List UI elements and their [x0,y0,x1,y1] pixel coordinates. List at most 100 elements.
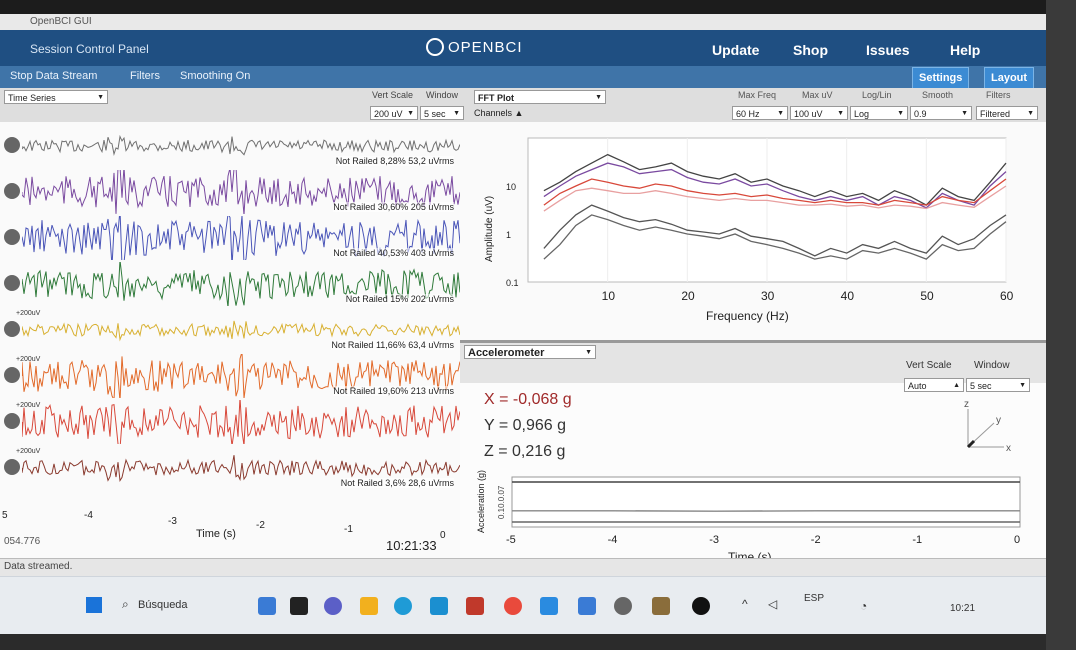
channel-waveform-line [22,400,460,444]
update-button[interactable]: Update [712,42,759,58]
session-control-label[interactable]: Session Control Panel [30,42,149,56]
monitor-bezel-right [1046,0,1076,650]
smooth-dropdown[interactable]: 0.9 ▼ [910,106,972,120]
accel-x-tick-label: -4 [608,534,618,546]
channel-row: +200uV Not Railed 11,66% 63,4 uVrms [0,308,460,352]
channel-status: Not Railed 8,28% 53,2 uVrms [335,156,454,166]
windows-start-icon[interactable] [86,597,102,613]
channel-toggle-button[interactable] [4,413,20,429]
channel-toggle-button[interactable] [4,367,20,383]
chevron-down-icon: ▼ [595,94,602,101]
openbci-logo: OPENBCI [426,38,523,56]
fft-x-axis-label: Frequency (Hz) [706,309,789,323]
x-tick: -4 [84,510,93,521]
security-app-icon[interactable] [466,597,484,615]
speaker-icon[interactable]: ◔ [860,599,867,613]
accel-window-value: 5 sec [970,381,992,391]
channel-row: +200uV Not Railed 3,6% 28,6 uVrms [0,446,460,490]
fft-y-tick-label: 10 [506,182,516,192]
channel-toggle-button[interactable] [4,459,20,475]
fft-x-tick-label: 50 [920,289,934,303]
taskbar-search[interactable]: Búsqueda [138,599,188,611]
channel-scale-label: +200uV [16,402,41,409]
window-label: Window [426,90,459,100]
axis-y-label: y [996,415,1001,426]
snipping-tool-icon[interactable] [652,597,670,615]
stop-data-stream-button[interactable]: Stop Data Stream [10,70,97,82]
fft-widget-select[interactable]: FFT Plot ▼ [474,90,606,104]
app-icon[interactable] [578,597,596,615]
accel-vert-scale-dropdown[interactable]: Auto ▲ [904,378,964,392]
logo-text: OPENBCI [448,38,523,56]
fft-y-axis-label: Amplitude (uV) [484,196,495,262]
channel-waveform-line [22,455,460,482]
filters-label: Filters [986,90,1011,100]
channel-status: Not Railed 19,60% 213 uVrms [333,386,454,396]
taskbar-clock[interactable]: 10:21 [950,603,975,614]
network-app-icon[interactable] [540,597,558,615]
time-series-header: Time Series ▼ Vert Scale Window 200 uV ▼ 5… [0,88,466,122]
chrome-icon[interactable] [504,597,522,615]
accelerometer-widget-select[interactable]: Accelerometer ▼ [464,345,596,359]
vert-scale-dropdown[interactable]: 200 uV ▼ [370,106,418,120]
chevron-up-icon[interactable]: ^ [742,597,748,611]
edge-browser-icon[interactable] [394,597,412,615]
accel-y-tick-labels: 0.10.0.07 [497,485,506,519]
window-title: OpenBCI GUI [30,16,92,27]
l-app-icon[interactable] [430,597,448,615]
media-app-icon[interactable] [692,597,710,615]
channel-toggle-button[interactable] [4,321,20,337]
chat-icon[interactable] [324,597,342,615]
max-freq-dropdown[interactable]: 60 Hz ▼ [732,106,788,120]
window-value: 5 sec [424,109,446,119]
max-uv-dropdown[interactable]: 100 uV ▼ [790,106,848,120]
accelerometer-plot: -5 -4 -3 -2 -1 0Time (s)Acceleration (g) 0.10.… [476,470,1021,561]
x-tick: -2 [256,520,265,531]
filters-button[interactable]: Filters [130,70,160,82]
smooth-label: Smooth [922,90,954,100]
smooth-value: 0.9 [914,109,927,119]
channel-toggle-button[interactable] [4,183,20,199]
settings-gear-icon[interactable] [614,597,632,615]
channel-toggle-button[interactable] [4,229,20,245]
accel-x-tick-label: -3 [709,534,719,546]
filters-dropdown[interactable]: Filtered ▼ [976,106,1038,120]
vert-scale-label: Vert Scale [372,90,414,100]
file-explorer-icon[interactable] [258,597,276,615]
accel-window-dropdown[interactable]: 5 sec ▼ [966,378,1030,392]
shop-button[interactable]: Shop [793,42,828,58]
channels-toggle[interactable]: Channels ▲ [474,108,523,118]
fft-widget: FFT Plot ▼ Channels ▲ Max Freq Max uV Log… [466,88,1046,340]
log-lin-value: Log [854,109,870,119]
app-icon[interactable] [290,597,308,615]
channel-row: +200uV Not Railed 19,60% 213 uVrms [0,354,460,398]
status-text: Data streamed. [4,561,73,572]
search-icon[interactable]: ⌕ [122,597,129,612]
channel-toggle-button[interactable] [4,275,20,291]
fft-y-tick-label: 1 [506,230,511,240]
time-series-widget-select[interactable]: Time Series ▼ [4,90,108,104]
issues-button[interactable]: Issues [866,42,910,58]
log-lin-label: Log/Lin [862,90,892,100]
channel-status: Not Railed 40,53% 403 uVrms [333,248,454,258]
settings-button[interactable]: Settings [912,67,970,89]
smoothing-button[interactable]: Smoothing On [180,70,250,82]
channel-waveform-line [22,134,460,156]
chevron-down-icon: ▼ [1019,382,1026,389]
folder-icon[interactable] [360,597,378,615]
channel-status: Not Railed 30,60% 205 uVrms [333,202,454,212]
help-button[interactable]: Help [950,42,980,58]
channel-toggle-button[interactable] [4,137,20,153]
channel-row: +200uV [0,400,460,444]
language-indicator[interactable]: ESP [804,593,824,604]
window-dropdown[interactable]: 5 sec ▼ [420,106,464,120]
layout-button[interactable]: Layout [984,67,1035,89]
time-series-footer: 054.776 10:21:33 [0,536,466,558]
log-lin-dropdown[interactable]: Log ▼ [850,106,908,120]
x-tick: -3 [168,516,177,527]
status-bar: Data streamed. [0,558,1046,577]
chevron-down-icon: ▼ [777,110,784,117]
fft-x-tick-label: 20 [681,289,695,303]
control-bar: Stop Data Stream Filters Smoothing On Se… [0,66,1046,89]
pen-icon[interactable]: ◁ [768,597,777,611]
